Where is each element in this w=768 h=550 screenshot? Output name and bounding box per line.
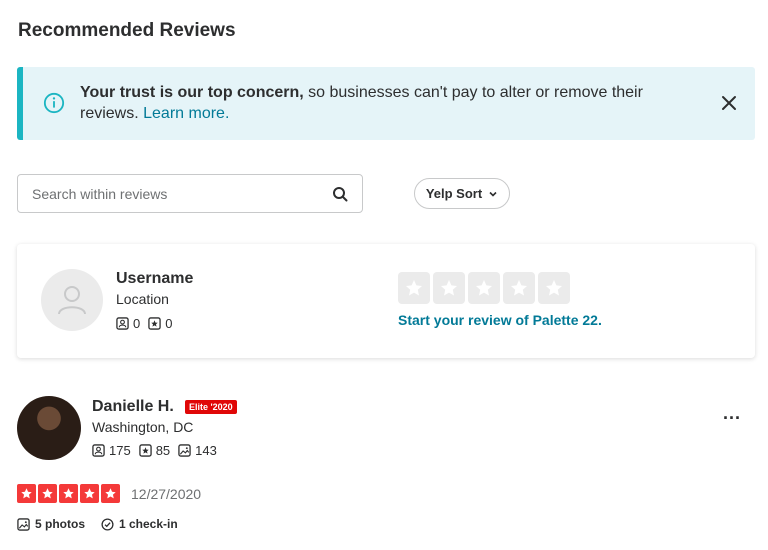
info-icon (43, 92, 65, 114)
review-item: Danielle H. Elite '2020 Washington, DC 1… (17, 396, 755, 546)
checkin-info: 1 check-in (101, 517, 178, 531)
friends-stat: 0 (116, 316, 140, 331)
filled-star-icon (38, 484, 57, 503)
filled-star-icon (101, 484, 120, 503)
my-review-card: Username Location 0 0 Start your review … (17, 244, 755, 358)
user-placeholder-icon (58, 286, 86, 315)
business-name[interactable]: Palette 22 (533, 312, 598, 328)
search-box[interactable] (17, 174, 363, 213)
user-location: Location (116, 291, 169, 307)
friends-icon (116, 317, 129, 330)
chevron-down-icon (489, 191, 497, 197)
trust-message-bold: Your trust is our top concern, (80, 84, 304, 101)
reviews-count: 85 (155, 443, 171, 458)
start-review-suffix: . (597, 312, 602, 328)
reviewer-name[interactable]: Danielle H. (92, 398, 174, 416)
user-stats: 0 0 (116, 316, 172, 331)
more-options-icon[interactable]: ... (723, 403, 741, 424)
filled-star-icon (80, 484, 99, 503)
reviewer-avatar[interactable] (17, 396, 81, 460)
photos-stat: 143 (178, 443, 217, 458)
star-icon (406, 280, 422, 296)
rating-star-1[interactable] (398, 272, 430, 304)
elite-badge[interactable]: Elite '2020 (185, 400, 237, 414)
username: Username (116, 270, 194, 287)
start-review-prefix: Start your review of (398, 312, 533, 328)
sort-label: Yelp Sort (425, 186, 483, 201)
search-icon[interactable] (332, 186, 348, 202)
reviewer-stats: 175 85 143 (92, 443, 217, 458)
reviews-stat: 0 (148, 316, 172, 331)
sort-dropdown[interactable]: Yelp Sort (414, 178, 510, 209)
review-star-icon (148, 317, 161, 330)
section-title: Recommended Reviews (18, 20, 236, 41)
rating-input[interactable] (398, 272, 570, 304)
reviewer-location: Washington, DC (92, 419, 194, 435)
filled-star-icon (59, 484, 78, 503)
filled-star-icon (17, 484, 36, 503)
photo-icon (17, 517, 30, 531)
learn-more-link[interactable]: Learn more. (143, 105, 229, 122)
photo-icon (178, 444, 191, 457)
trust-banner: Your trust is our top concern, so busine… (17, 67, 755, 140)
star-icon (476, 280, 492, 296)
close-icon[interactable] (719, 93, 739, 113)
reviews-stat: 85 (138, 443, 171, 458)
review-date: 12/27/2020 (131, 486, 202, 502)
rating-star-3[interactable] (468, 272, 500, 304)
photos-count: 143 (195, 443, 217, 458)
review-rating (17, 484, 120, 503)
friends-count: 175 (109, 443, 131, 458)
search-input[interactable] (32, 175, 322, 212)
rating-star-5[interactable] (538, 272, 570, 304)
avatar (41, 269, 103, 331)
photos-link[interactable]: 5 photos (17, 517, 85, 531)
star-icon (546, 280, 562, 296)
start-review-link[interactable]: Start your review of Palette 22. (398, 312, 602, 328)
rating-star-2[interactable] (433, 272, 465, 304)
rating-star-4[interactable] (503, 272, 535, 304)
checkin-icon (101, 517, 114, 531)
trust-message: Your trust is our top concern, so busine… (80, 82, 680, 124)
checkin-label: 1 check-in (119, 517, 178, 531)
review-meta: 5 photos 1 check-in (17, 517, 178, 531)
star-icon (441, 280, 457, 296)
friends-count: 0 (133, 316, 141, 331)
friends-stat: 175 (92, 443, 131, 458)
reviews-count: 0 (165, 316, 173, 331)
star-icon (511, 280, 527, 296)
friends-icon (92, 444, 105, 457)
photos-label: 5 photos (35, 517, 85, 531)
review-star-icon (138, 444, 152, 457)
